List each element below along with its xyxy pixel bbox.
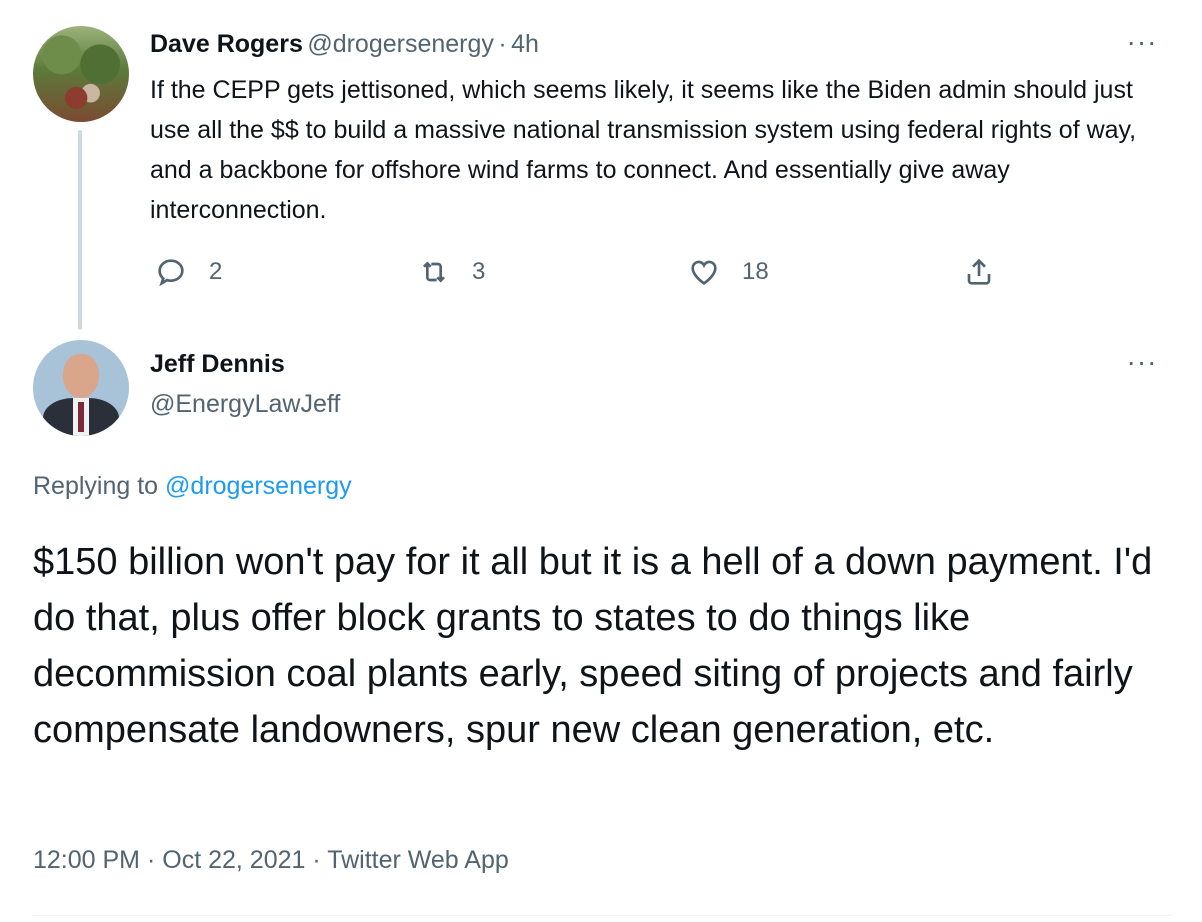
meta-separator: ·: [146, 846, 156, 874]
replying-to-label: Replying to: [33, 472, 159, 500]
main-author-avatar[interactable]: [33, 340, 129, 436]
divider: [33, 915, 1173, 916]
main-author-handle[interactable]: @EnergyLawJeff: [150, 390, 340, 419]
share-button[interactable]: [963, 256, 995, 288]
retweet-icon: [423, 261, 445, 283]
share-icon: [967, 258, 991, 285]
parent-author-name[interactable]: Dave Rogers: [150, 30, 303, 58]
like-button[interactable]: 18: [688, 256, 769, 288]
parent-more-options-button[interactable]: ···: [1120, 28, 1164, 57]
main-more-options-button[interactable]: ···: [1120, 348, 1164, 377]
parent-tweet-text: If the CEPP gets jettisoned, which seems…: [150, 76, 1137, 224]
main-tweet-text: $150 billion won't pay for it all but it…: [33, 541, 1153, 751]
main-author-name[interactable]: Jeff Dennis: [150, 350, 285, 379]
retweet-button[interactable]: 3: [418, 256, 485, 288]
replying-to-link[interactable]: @drogersenergy: [165, 472, 352, 500]
tweet-date[interactable]: Oct 22, 2021: [162, 846, 305, 874]
replying-to-line: Replying to @drogersenergy: [33, 472, 352, 501]
thread-connector-line: [78, 130, 82, 330]
parent-author-avatar[interactable]: [33, 26, 129, 122]
parent-tweet-time[interactable]: 4h: [511, 30, 539, 58]
like-count: 18: [742, 258, 769, 285]
retweet-count: 3: [472, 258, 486, 285]
reply-count: 2: [209, 258, 223, 285]
tweet-time[interactable]: 12:00 PM: [33, 846, 140, 874]
header-separator: ·: [498, 30, 507, 58]
reply-button[interactable]: 2: [155, 256, 222, 288]
tweet-metadata: 12:00 PM · Oct 22, 2021 · Twitter Web Ap…: [33, 846, 509, 875]
heart-icon: [691, 260, 717, 285]
reply-icon: [158, 259, 184, 287]
parent-author-handle[interactable]: @drogersenergy: [307, 30, 494, 58]
meta-separator: ·: [312, 846, 321, 874]
tweet-source-app[interactable]: Twitter Web App: [327, 846, 509, 874]
parent-tweet-header: Dave Rogers @drogersenergy · 4h: [150, 30, 539, 59]
